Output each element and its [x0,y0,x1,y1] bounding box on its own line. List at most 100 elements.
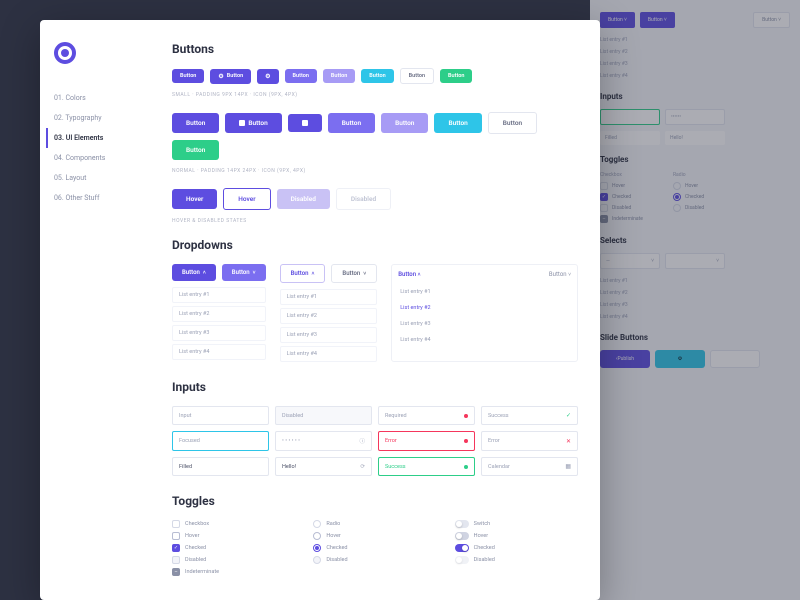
sidebar-item-colors[interactable]: 01. Colors [54,88,136,108]
section-title-dropdowns: Dropdowns [172,238,578,252]
button-normal-icon-only[interactable] [288,114,322,132]
chevron-up-icon: ˄ [418,272,421,278]
bg-list-entry: List entry #3 [600,299,790,311]
text-input-hello[interactable]: Hello!⟳ [275,457,372,476]
bg-toggle-item[interactable]: –Indeterminate [600,215,643,223]
checkbox[interactable]: Checkbox [172,520,295,528]
button-small[interactable]: Button [361,69,393,83]
text-input-success[interactable]: Success✓ [481,406,578,425]
bg-toggle-item[interactable]: Hover [673,182,704,190]
button-normal[interactable]: Button [172,113,219,133]
button-small[interactable]: Button [400,68,434,84]
sidebar-item-ui-elements[interactable]: 03. UI Elements [46,128,136,148]
bg-dd-btn-white[interactable]: Button ˅ [753,12,790,28]
text-input-required[interactable]: Required [378,406,475,425]
button-small[interactable]: Button [323,69,355,83]
list-item[interactable]: List entry #3 [280,327,378,343]
button-hover[interactable]: Hover [172,189,217,209]
sidebar: 01. Colors 02. Typography 03. UI Element… [40,20,150,600]
list-item[interactable]: List entry #1 [398,286,571,298]
list-item[interactable]: List entry #1 [172,287,266,303]
button-normal[interactable]: Button [488,112,537,134]
switch[interactable]: Switch [455,520,578,528]
bg-select[interactable]: — ˅ [600,253,660,269]
bg-toggle-item[interactable]: Checked [673,193,704,201]
bg-dd-btn[interactable]: Button ˅ [600,12,635,28]
eye-icon[interactable]: ⓘ [359,437,365,445]
chevron-down-icon: ˅ [363,271,366,277]
button-small-icon[interactable]: Button [210,69,251,84]
list-item[interactable]: List entry #3 [172,325,266,341]
calendar-input[interactable]: Calendar▦ [481,457,578,476]
section-title-inputs: Inputs [172,380,578,394]
radio-hover[interactable]: Hover [313,532,436,540]
button-hover-outline[interactable]: Hover [223,188,270,210]
caption: HOVER & DISABLED STATES [172,218,578,224]
text-input-success[interactable]: Success [378,457,475,476]
button-small[interactable]: Button [440,69,472,83]
button-normal-icon[interactable]: Button [225,113,281,133]
text-input-error[interactable]: Error✕ [481,431,578,451]
button-disabled: Disabled [277,189,330,209]
bg-slide-button[interactable]: ‹ Publish [600,350,650,368]
bg-col-head: Radio [673,172,704,178]
dropdown-button[interactable]: Button ˅ [222,264,266,281]
bg-toggle-item[interactable]: Hover [600,182,643,190]
list-item[interactable]: List entry #4 [172,344,266,360]
error-x-icon: ✕ [566,438,571,445]
sidebar-item-layout[interactable]: 05. Layout [54,168,136,188]
bg-toggle-item[interactable]: ✓Checked [600,193,643,201]
bg-dd-btn[interactable]: Button ˅ [640,12,675,28]
radio-checked[interactable]: Checked [313,544,436,552]
bg-input[interactable] [600,109,660,125]
list-item[interactable]: List entry #2 [280,308,378,324]
sidebar-item-components[interactable]: 04. Components [54,148,136,168]
bg-slide-button[interactable] [710,350,760,368]
dropdown-button-outline[interactable]: Button ˅ [331,264,377,283]
switch-checked[interactable]: Checked [455,544,578,552]
list-item[interactable]: List entry #4 [398,334,571,346]
button-small[interactable]: Button [172,69,204,83]
button-normal[interactable]: Button [381,113,428,133]
bg-selects-title: Selects [600,236,790,245]
bg-select[interactable]: ˅ [665,253,725,269]
sidebar-item-other[interactable]: 06. Other Stuff [54,188,136,208]
password-input[interactable]: • • • • • •ⓘ [275,431,372,451]
button-normal[interactable]: Button [172,140,219,160]
logo-icon [54,42,76,64]
bg-toggle-item: Disabled [673,204,704,212]
switch-hover[interactable]: Hover [455,532,578,540]
bg-input[interactable]: •••••• [665,109,725,125]
chevron-up-icon: ˄ [203,270,206,276]
bg-list-entry: List entry #2 [600,287,790,299]
dropdown-button-outline[interactable]: Button ˄ [280,264,326,283]
checkbox-checked[interactable]: ✓Checked [172,544,295,552]
list-item[interactable]: List entry #4 [280,346,378,362]
list-item[interactable]: List entry #2 [172,306,266,322]
list-item[interactable]: List entry #3 [398,318,571,330]
refresh-icon[interactable]: ⟳ [360,464,365,470]
calendar-icon: ▦ [565,463,571,470]
button-normal[interactable]: Button [434,113,481,133]
checkbox-hover[interactable]: Hover [172,532,295,540]
dropdown-button-text[interactable]: Button ˅ [549,271,571,278]
button-small[interactable]: Button [285,69,317,83]
dropdown-button-text[interactable]: Button ˄ [398,271,420,278]
list-item[interactable]: List entry #2 [398,302,571,314]
text-input[interactable]: Input [172,406,269,425]
text-input-error[interactable]: Error [378,431,475,451]
sidebar-item-typography[interactable]: 02. Typography [54,108,136,128]
bg-input-label: Filled [600,131,660,145]
button-normal[interactable]: Button [328,113,375,133]
gear-icon [218,73,223,80]
text-input-filled[interactable]: Filled [172,457,269,476]
text-input-focused[interactable]: Focused [172,431,269,451]
bg-list-entry: List entry #3 [600,58,790,70]
bg-slide-button[interactable]: ⚙ [655,350,705,368]
checkbox-indeterminate[interactable]: –Indeterminate [172,568,295,576]
list-item[interactable]: List entry #1 [280,289,378,305]
button-small-icon-only[interactable] [257,69,278,84]
dropdown-button[interactable]: Button ˄ [172,264,216,281]
radio[interactable]: Radio [313,520,436,528]
bg-slide-title: Slide Buttons [600,333,790,342]
